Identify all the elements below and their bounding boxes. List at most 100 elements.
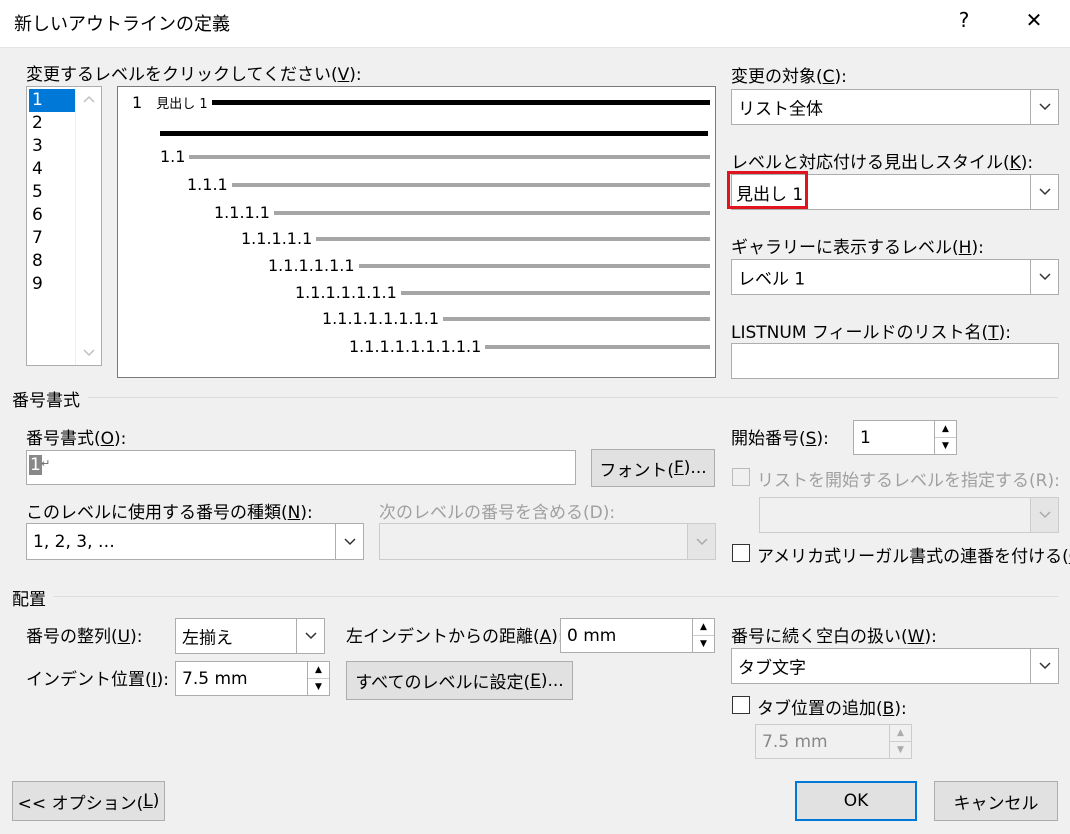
outline-preview: 1 見出し 1 1.1 1.1.1 1.1.1.1 1.1.1.1.1 1.1.…	[117, 86, 716, 378]
preview-number: 1.1.1.1.1.1.1.1.1	[349, 337, 482, 356]
indent-at-value: 7.5 mm	[182, 668, 248, 689]
spin-down-icon[interactable]: ▼	[308, 679, 329, 696]
scroll-down-icon[interactable]	[83, 349, 95, 357]
preview-number: 1.1.1.1	[214, 203, 270, 222]
legal-style-label: アメリカ式リーガル書式の連番を付ける(G)	[757, 547, 1070, 567]
preview-number: 1.1.1.1.1.1.1.1	[322, 309, 440, 328]
level-item[interactable]: 3	[29, 135, 75, 158]
preview-level-3: 1.1.1	[187, 175, 710, 194]
preview-level-8: 1.1.1.1.1.1.1.1	[322, 309, 710, 328]
number-format-input[interactable]: 1 ↵	[26, 450, 576, 485]
restart-list-select[interactable]	[759, 497, 1059, 533]
preview-line	[273, 210, 710, 215]
spin-down-icon[interactable]: ▼	[693, 636, 714, 653]
follow-with-select[interactable]: タブ文字	[731, 648, 1059, 684]
alignment-select[interactable]: 左揃え	[175, 618, 325, 654]
start-at-value: 1	[860, 427, 871, 448]
preview-line	[211, 100, 710, 105]
preview-level-7: 1.1.1.1.1.1.1	[295, 283, 710, 302]
preview-number: 1.1	[160, 147, 186, 166]
font-button[interactable]: フォント(F)...	[591, 449, 715, 487]
preview-number: 1.1.1.1.1.1.1	[295, 283, 397, 302]
indent-at-stepper[interactable]: 7.5 mm ▲ ▼	[175, 661, 330, 696]
section-divider	[88, 397, 1058, 398]
alignment-value: 左揃え	[182, 628, 233, 649]
tab-position-stepper[interactable]: 7.5 mm ▲ ▼	[755, 724, 912, 759]
level-list-scrollbar[interactable]	[75, 87, 101, 365]
number-format-label: 番号書式(O):	[26, 429, 127, 449]
start-at-stepper[interactable]: 1 ▲ ▼	[853, 420, 957, 455]
set-all-levels-button[interactable]: すべてのレベルに設定(E)...	[346, 661, 573, 700]
restart-list-label: リストを開始するレベルを指定する(R):	[757, 471, 1060, 491]
preview-level-4: 1.1.1.1	[214, 203, 710, 222]
follow-with-value: タブ文字	[738, 658, 806, 679]
gallery-level-label: ギャラリーに表示するレベル(H):	[731, 238, 984, 258]
gallery-level-select[interactable]: レベル 1	[731, 259, 1059, 295]
level-item[interactable]: 9	[29, 273, 75, 296]
heading-style-value: 見出し 1	[736, 185, 804, 205]
chevron-down-icon[interactable]	[1030, 649, 1058, 683]
dialog-title: 新しいアウトラインの定義	[14, 14, 230, 35]
number-style-label: このレベルに使用する番号の種類(N):	[26, 503, 313, 523]
preview-line	[485, 344, 710, 349]
chevron-down-icon[interactable]	[1030, 90, 1058, 124]
preview-level-2: 1.1	[160, 147, 710, 166]
level-item[interactable]: 7	[29, 227, 75, 250]
restart-list-checkbox[interactable]	[732, 468, 750, 486]
aligned-at-stepper[interactable]: 0 mm ▲ ▼	[560, 618, 715, 653]
chevron-down-icon[interactable]	[1030, 260, 1058, 294]
heading-style-label: レベルと対応付ける見出しスタイル(K):	[731, 153, 1034, 173]
number-format-field-code: 1	[29, 455, 42, 475]
section-divider	[54, 596, 1058, 597]
include-level-label: 次のレベルの番号を含める(D):	[379, 503, 616, 523]
cancel-button[interactable]: キャンセル	[934, 781, 1058, 821]
spin-down-icon: ▼	[897, 744, 904, 755]
preview-line	[358, 263, 710, 268]
chevron-down-icon[interactable]	[296, 619, 324, 653]
level-item[interactable]: 1	[29, 89, 75, 112]
number-format-section-title: 番号書式	[12, 391, 80, 411]
level-item[interactable]: 6	[29, 204, 75, 227]
level-list-label: 変更するレベルをクリックしてください(V):	[26, 65, 362, 85]
scroll-up-icon[interactable]	[83, 95, 95, 103]
apply-to-label: 変更の対象(C):	[731, 67, 847, 87]
preview-level-1: 1 見出し 1	[132, 93, 710, 112]
spin-up-icon[interactable]: ▲	[935, 421, 956, 438]
spin-up-icon[interactable]: ▲	[308, 662, 329, 679]
spin-up-icon[interactable]: ▲	[693, 619, 714, 636]
apply-to-value: リスト全体	[738, 99, 823, 120]
listnum-input[interactable]	[731, 343, 1059, 379]
preview-number: 1.1.1.1.1.1	[268, 256, 355, 275]
paragraph-mark-icon: ↵	[41, 457, 51, 470]
chevron-down-icon[interactable]	[335, 524, 363, 559]
number-style-select[interactable]: 1, 2, 3, …	[26, 523, 364, 560]
legal-style-checkbox[interactable]	[732, 544, 750, 562]
apply-to-select[interactable]: リスト全体	[731, 89, 1059, 125]
level-item[interactable]: 4	[29, 158, 75, 181]
close-button[interactable]: ✕	[1016, 8, 1052, 38]
preview-line	[231, 182, 710, 187]
indent-at-label: インデント位置(I):	[26, 670, 170, 690]
preview-level-9: 1.1.1.1.1.1.1.1.1	[349, 337, 710, 356]
ok-button[interactable]: OK	[795, 781, 917, 821]
alignment-label: 番号の整列(U):	[26, 627, 143, 647]
options-button[interactable]: << オプション(L)	[12, 781, 165, 821]
chevron-down-icon[interactable]	[1030, 175, 1058, 209]
add-tab-checkbox[interactable]	[732, 696, 750, 714]
preview-line	[400, 290, 710, 295]
preview-line	[160, 131, 708, 136]
level-item[interactable]: 5	[29, 181, 75, 204]
preview-level-5: 1.1.1.1.1	[241, 229, 710, 248]
level-list[interactable]: 1 2 3 4 5 6 7 8 9	[26, 86, 102, 366]
include-level-select[interactable]	[379, 523, 716, 560]
level-item[interactable]: 8	[29, 250, 75, 273]
help-button[interactable]: ?	[946, 8, 982, 38]
preview-line	[316, 236, 710, 241]
preview-line	[189, 154, 710, 159]
aligned-at-value: 0 mm	[567, 625, 617, 646]
spin-down-icon[interactable]: ▼	[935, 438, 956, 455]
level-item[interactable]: 2	[29, 112, 75, 135]
position-section-title: 配置	[12, 590, 46, 610]
preview-number: 1	[132, 93, 143, 112]
preview-number: 1.1.1	[187, 175, 228, 194]
